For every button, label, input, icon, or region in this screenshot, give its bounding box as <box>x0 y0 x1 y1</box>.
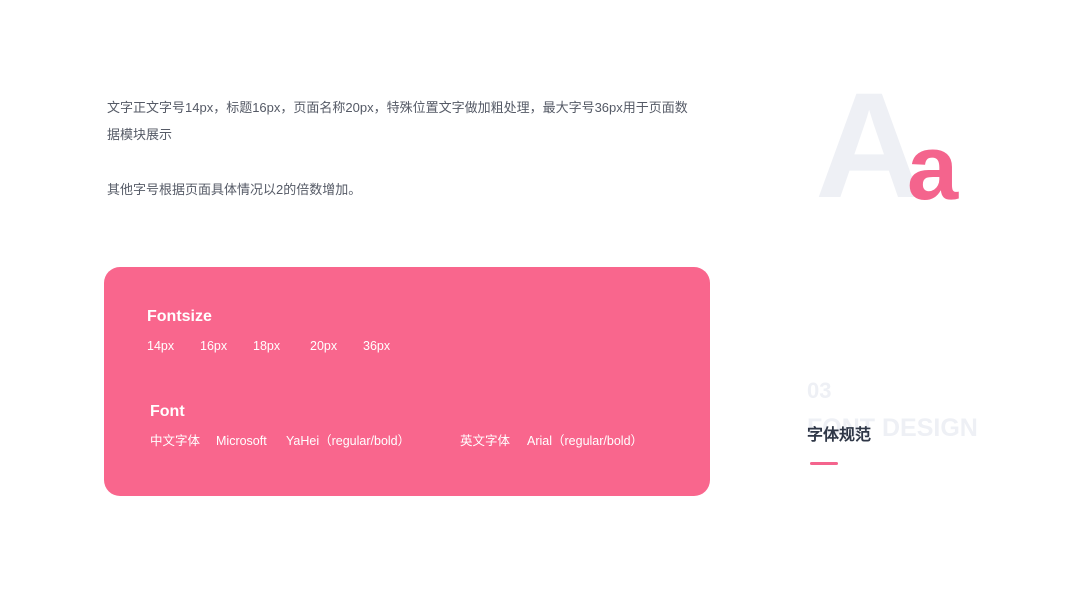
fontsize-item: 20px <box>310 339 338 353</box>
fontsize-item: 36px <box>363 339 391 353</box>
font-families-row: 中文字体 Microsoft YaHei（regular/bold） 英文字体 … <box>150 433 690 449</box>
intro-text: 文字正文字号14px，标题16px，页面名称20px，特殊位置文字做加粗处理，最… <box>107 94 717 203</box>
fontsize-item: 18px <box>253 339 281 353</box>
font-heading: Font <box>150 403 185 420</box>
section-number: 03 <box>807 378 832 403</box>
section-accent-bar <box>810 462 838 465</box>
cn-font-name-detail: YaHei（regular/bold） <box>286 434 411 448</box>
en-font-label: 英文字体 <box>460 434 511 448</box>
font-spec-page: 文字正文字号14px，标题16px，页面名称20px，特殊位置文字做加粗处理，最… <box>0 0 1067 600</box>
intro-paragraph-1: 文字正文字号14px，标题16px，页面名称20px，特殊位置文字做加粗处理，最… <box>107 94 717 148</box>
fontsize-list: 14px 16px 18px 20px 36px <box>147 338 447 354</box>
section-title-cn: 字体规范 <box>807 427 872 444</box>
fontsize-item: 14px <box>147 339 175 353</box>
font-spec-card: Fontsize 14px 16px 18px 20px 36px Font 中… <box>104 267 710 496</box>
fontsize-heading: Fontsize <box>147 308 212 325</box>
intro-line-1: 文字正文字号14px，标题16px，页面名称20px，特殊位置文字做加粗处理，最… <box>107 100 688 115</box>
cn-font-name: Microsoft <box>216 434 267 448</box>
intro-line-2: 据模块展示 <box>107 127 173 142</box>
aa-typography-graphic: A a <box>815 70 985 220</box>
cn-font-label: 中文字体 <box>150 434 201 448</box>
fontsize-item: 16px <box>200 339 228 353</box>
small-letter-a: a <box>907 117 959 219</box>
en-font-name: Arial（regular/bold） <box>527 434 644 448</box>
intro-paragraph-2: 其他字号根据页面具体情况以2的倍数增加。 <box>107 182 362 197</box>
